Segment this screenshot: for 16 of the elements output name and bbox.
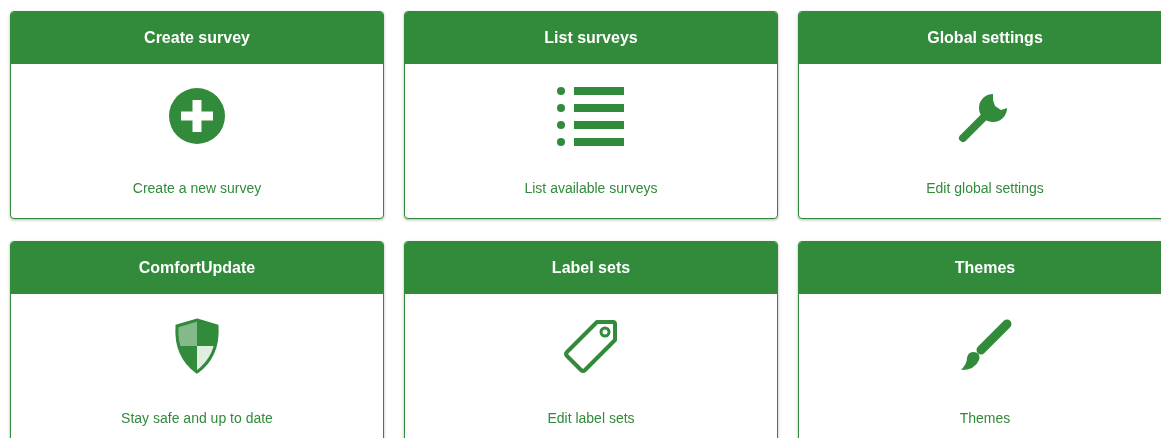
card-link[interactable]: Edit global settings	[926, 180, 1044, 196]
shield-icon	[173, 318, 221, 374]
list-icon	[557, 86, 625, 146]
card-link[interactable]: Create a new survey	[132, 180, 262, 196]
tag-icon	[563, 318, 619, 374]
card-title: ComfortUpdate	[11, 242, 383, 294]
card-title: Label sets	[405, 242, 777, 294]
card-link[interactable]: List available surveys	[524, 180, 658, 196]
card-title: Themes	[799, 242, 1161, 294]
card-title: Create survey	[11, 12, 383, 64]
card-link[interactable]: Themes	[959, 410, 1011, 426]
card-title: List surveys	[405, 12, 777, 64]
plus-circle-icon	[168, 87, 226, 145]
card-link[interactable]: Edit label sets	[547, 410, 635, 426]
card-title: Global settings	[799, 12, 1161, 64]
card-link[interactable]: Stay safe and up to date	[121, 410, 273, 426]
